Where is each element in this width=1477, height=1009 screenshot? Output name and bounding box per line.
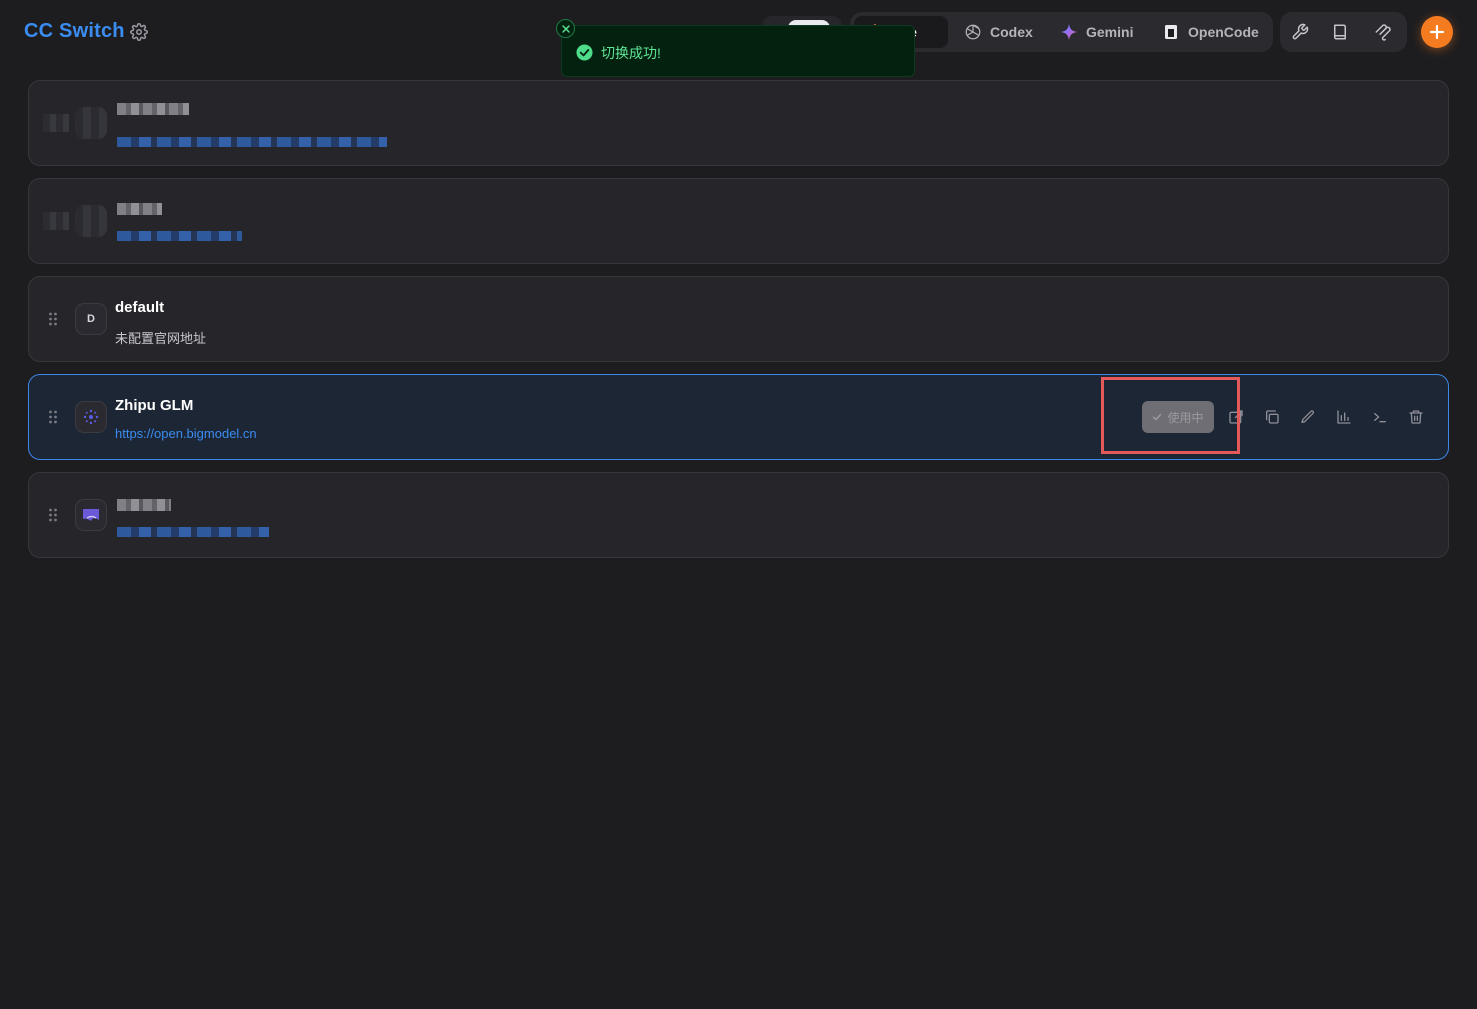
delete-button[interactable] — [1406, 407, 1426, 427]
success-toast: 切换成功! — [556, 19, 915, 77]
edit-button[interactable] — [1298, 407, 1318, 427]
provider-url-placeholder: 未配置官网地址 — [115, 331, 207, 346]
chart-icon — [1337, 410, 1351, 424]
provider-name: default — [115, 299, 165, 316]
in-use-label: 使用中 — [1167, 410, 1204, 425]
tab-codex[interactable]: Codex — [964, 16, 1033, 48]
copy-icon — [1266, 410, 1279, 424]
provider-card-zhipu-glm[interactable]: Zhipu GLM https://open.bigmodel.cn 使用中 — [28, 374, 1449, 460]
app-title: CC Switch — [24, 20, 125, 42]
terminal-icon — [1374, 413, 1386, 423]
tab-codex-label: Codex — [990, 24, 1033, 40]
provider-logo-icon — [83, 509, 99, 521]
redacted-provider-name — [117, 203, 162, 215]
redacted-avatar — [75, 107, 107, 139]
gear-icon[interactable] — [130, 23, 148, 41]
provider-avatar — [75, 499, 107, 531]
redacted-provider-name — [117, 499, 171, 511]
tools-group — [1280, 12, 1407, 52]
zhipu-logo-icon — [83, 409, 99, 425]
tab-gemini-label: Gemini — [1086, 24, 1134, 40]
wrench-icon — [1292, 23, 1309, 40]
drag-handle-icon[interactable] — [48, 409, 58, 425]
tab-gemini[interactable]: Gemini — [1060, 16, 1133, 48]
plus-icon — [1429, 24, 1445, 40]
redacted-provider-name — [117, 103, 189, 115]
toast-message: 切换成功! — [601, 45, 661, 61]
provider-card[interactable] — [28, 472, 1449, 558]
provider-card[interactable] — [28, 80, 1449, 166]
drag-handle-icon[interactable] — [48, 507, 58, 523]
openai-icon — [965, 24, 981, 40]
prompts-button[interactable] — [1328, 20, 1352, 44]
in-use-button[interactable]: 使用中 — [1142, 401, 1214, 433]
redacted-provider-url — [117, 527, 269, 537]
redacted-handle — [43, 212, 69, 230]
redacted-provider-url — [117, 137, 387, 147]
book-icon — [1334, 24, 1346, 40]
provider-card[interactable] — [28, 178, 1449, 264]
tools-button[interactable] — [1288, 20, 1312, 44]
toast-close-button[interactable] — [556, 19, 575, 38]
provider-url-link[interactable]: https://open.bigmodel.cn — [115, 426, 257, 441]
redacted-avatar — [75, 205, 107, 237]
terminal-button[interactable] — [1370, 407, 1390, 427]
open-website-button[interactable] — [1226, 407, 1246, 427]
gemini-sparkle-icon — [1060, 23, 1078, 41]
provider-avatar: D — [75, 303, 107, 335]
redacted-handle — [43, 114, 69, 132]
close-icon — [561, 24, 570, 33]
provider-avatar — [75, 401, 107, 433]
add-provider-button[interactable] — [1421, 16, 1453, 48]
edit-icon — [1301, 410, 1315, 423]
check-icon — [1153, 413, 1162, 421]
check-circle-icon — [576, 44, 593, 61]
tab-opencode-label: OpenCode — [1188, 24, 1259, 40]
duplicate-button[interactable] — [1262, 407, 1282, 427]
redacted-provider-url — [117, 231, 242, 241]
drag-handle-icon[interactable] — [48, 311, 58, 327]
provider-name: Zhipu GLM — [115, 397, 194, 414]
provider-card-default[interactable]: D default 未配置官网地址 — [28, 276, 1449, 362]
usage-stats-button[interactable] — [1334, 407, 1354, 427]
opencode-icon — [1165, 25, 1177, 39]
tab-opencode[interactable]: OpenCode — [1162, 16, 1259, 48]
external-link-icon — [1229, 410, 1243, 424]
trash-icon — [1409, 410, 1423, 424]
mcp-icon — [1375, 24, 1391, 41]
mcp-button[interactable] — [1371, 20, 1395, 44]
